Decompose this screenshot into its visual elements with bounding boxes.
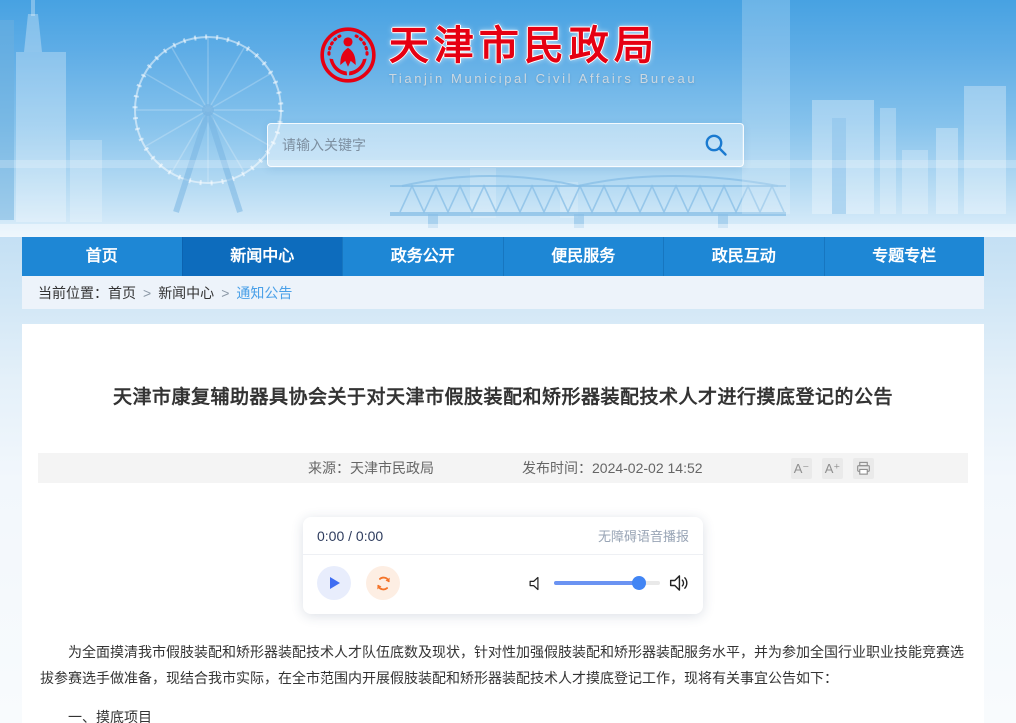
breadcrumb-separator: > — [143, 285, 151, 301]
nav-item-topics[interactable]: 专题专栏 — [824, 237, 985, 276]
content-panel: 天津市康复辅助器具协会关于对天津市假肢装配和矫形器装配技术人才进行摸底登记的公告… — [22, 324, 984, 723]
audio-player-header: 0:00 / 0:00 无障碍语音播报 — [303, 517, 703, 555]
nav-item-services[interactable]: 便民服务 — [503, 237, 664, 276]
volume-low-icon[interactable] — [528, 575, 545, 592]
volume-thumb[interactable] — [632, 576, 646, 590]
print-button[interactable] — [853, 458, 874, 479]
site-title-en: Tianjin Municipal Civil Affairs Bureau — [389, 71, 697, 86]
breadcrumb: 当前位置： 首页 > 新闻中心 > 通知公告 — [22, 276, 984, 309]
font-decrease-button[interactable]: A⁻ — [791, 458, 812, 479]
article-publish-value: 2024-02-02 14:52 — [592, 460, 703, 476]
play-icon — [326, 575, 342, 591]
site-title: 天津市民政局 — [389, 24, 697, 68]
article-source-value: 天津市民政局 — [350, 460, 434, 476]
breadcrumb-label: 当前位置： — [38, 283, 108, 303]
audio-player-controls — [303, 555, 703, 614]
audio-accessibility-label: 无障碍语音播报 — [598, 526, 689, 545]
volume-loud-icon[interactable] — [669, 573, 689, 593]
audio-time-display: 0:00 / 0:00 — [317, 528, 383, 544]
article-publish-label: 发布时间： — [522, 460, 592, 476]
breadcrumb-separator: > — [221, 285, 229, 301]
volume-slider[interactable] — [554, 581, 660, 585]
nav-item-gov-info[interactable]: 政务公开 — [342, 237, 503, 276]
site-header: 天津市民政局 Tianjin Municipal Civil Affairs B… — [0, 0, 1016, 237]
article-source: 来源：天津市民政局 — [308, 458, 434, 478]
site-logo[interactable]: 天津市民政局 Tianjin Municipal Civil Affairs B… — [0, 0, 1016, 86]
civil-affairs-emblem-icon — [319, 26, 377, 84]
search-bar — [267, 123, 744, 167]
article-body: 为全面摸清我市假肢装配和矫形器装配技术人才队伍底数及现状，针对性加强假肢装配和矫… — [22, 640, 984, 723]
audio-player: 0:00 / 0:00 无障碍语音播报 — [303, 517, 703, 614]
article-paragraph: 一、摸底项目 — [40, 705, 966, 723]
nav-item-news[interactable]: 新闻中心 — [182, 237, 343, 276]
breadcrumb-item-home[interactable]: 首页 — [108, 283, 136, 303]
search-icon — [703, 132, 729, 158]
main-nav: 首页 新闻中心 政务公开 便民服务 政民互动 专题专栏 — [22, 237, 984, 276]
font-increase-button[interactable]: A⁺ — [822, 458, 843, 479]
replay-button[interactable] — [366, 566, 400, 600]
play-button[interactable] — [317, 566, 351, 600]
volume-fill — [554, 581, 639, 585]
search-input[interactable] — [282, 137, 703, 153]
article-paragraph: 为全面摸清我市假肢装配和矫形器装配技术人才队伍底数及现状，针对性加强假肢装配和矫… — [40, 640, 966, 692]
volume-controls — [528, 573, 689, 593]
nav-item-interaction[interactable]: 政民互动 — [663, 237, 824, 276]
article-source-label: 来源： — [308, 460, 350, 476]
replay-icon — [374, 574, 393, 593]
breadcrumb-item-notices[interactable]: 通知公告 — [236, 283, 292, 303]
print-icon — [856, 461, 871, 476]
nav-item-home[interactable]: 首页 — [22, 237, 182, 276]
article-publish-time: 发布时间：2024-02-02 14:52 — [522, 458, 703, 478]
breadcrumb-item-news[interactable]: 新闻中心 — [158, 283, 214, 303]
article-tools: A⁻ A⁺ — [791, 458, 874, 479]
article-meta-bar: 来源：天津市民政局 发布时间：2024-02-02 14:52 A⁻ A⁺ — [38, 453, 968, 483]
search-button[interactable] — [703, 132, 729, 158]
article-title: 天津市康复辅助器具协会关于对天津市假肢装配和矫形器装配技术人才进行摸底登记的公告 — [22, 324, 984, 409]
